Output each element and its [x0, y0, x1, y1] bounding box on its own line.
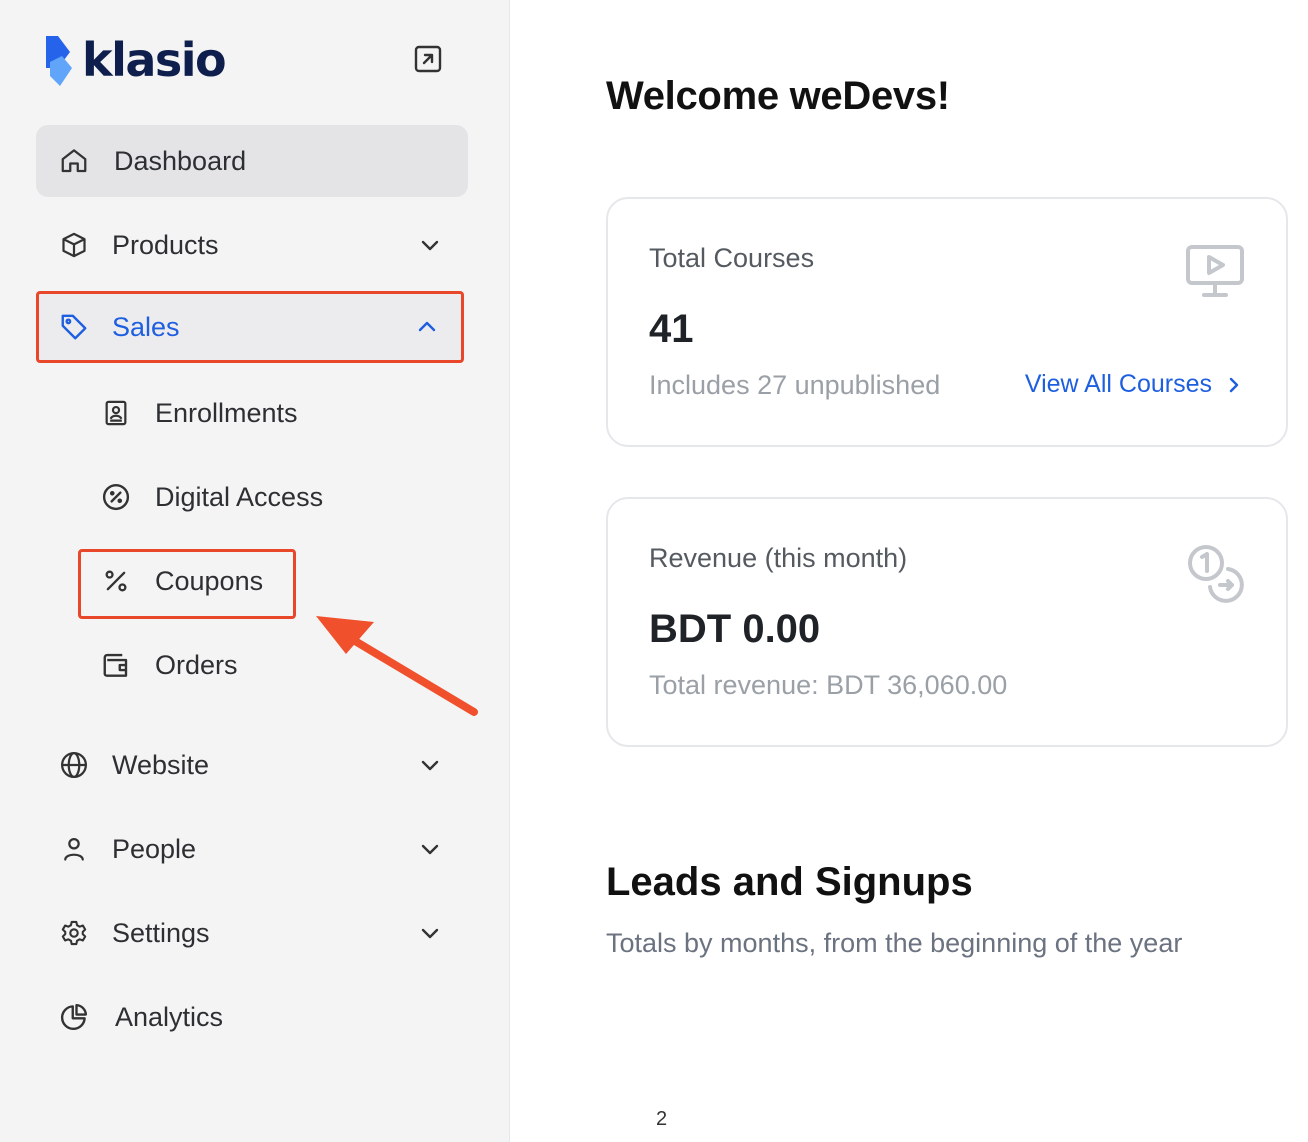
pie-chart-icon — [58, 1001, 90, 1033]
revenue-card: Revenue (this month) BDT 0.00 Total reve… — [606, 497, 1288, 747]
sidebar-item-settings[interactable]: Settings — [36, 897, 464, 969]
card-value: 41 — [649, 307, 694, 351]
sidebar-item-label: Products — [112, 229, 219, 260]
sidebar-item-coupons[interactable]: Coupons — [100, 549, 263, 613]
sidebar-item-label: Dashboard — [114, 145, 247, 176]
sidebar-item-orders[interactable]: Orders — [100, 633, 238, 697]
sidebar: klasio Dashboard Products Sales Enrollme… — [0, 0, 510, 1142]
chevron-up-icon[interactable] — [413, 313, 441, 341]
sidebar-item-enrollments[interactable]: Enrollments — [100, 381, 298, 445]
circle-percent-icon — [100, 481, 132, 513]
chevron-right-icon — [1229, 377, 1239, 392]
collapse-sidebar-button[interactable] — [412, 43, 444, 75]
home-icon — [58, 145, 90, 177]
sidebar-item-digital-access[interactable]: Digital Access — [100, 465, 323, 529]
brand-name: klasio — [82, 33, 227, 87]
card-subtext: Total revenue: BDT 36,060.00 — [649, 670, 1008, 700]
card-subtext: Includes 27 unpublished — [649, 370, 941, 400]
section-title: Leads and Signups — [606, 860, 973, 904]
section-subtitle: Totals by months, from the beginning of … — [606, 928, 1183, 958]
sidebar-item-label: Analytics — [115, 1001, 224, 1032]
monitor-play-icon — [1186, 245, 1244, 297]
coins-icon — [1188, 545, 1244, 603]
sidebar-item-products[interactable]: Products — [36, 209, 464, 281]
sidebar-item-label: Website — [112, 749, 210, 780]
card-value: BDT 0.00 — [649, 607, 821, 651]
sidebar-item-sales[interactable]: Sales — [36, 291, 464, 363]
chart-axis-tick: 2 — [656, 1108, 668, 1130]
gear-icon — [58, 917, 90, 949]
contact-book-icon — [100, 397, 132, 429]
sidebar-item-label: Digital Access — [155, 481, 324, 512]
sidebar-item-label: Orders — [155, 649, 238, 680]
sidebar-item-people[interactable]: People — [36, 813, 464, 885]
card-label: Total Courses — [649, 243, 815, 273]
link-label: View All Courses — [1024, 370, 1212, 398]
card-label: Revenue (this month) — [649, 543, 908, 573]
tag-icon — [58, 311, 90, 343]
view-all-courses-link[interactable]: View All Courses — [1025, 370, 1242, 399]
globe-icon — [58, 749, 90, 781]
klasio-logo-icon — [46, 36, 72, 86]
chevron-down-icon[interactable] — [416, 751, 444, 779]
sidebar-item-label: Enrollments — [155, 397, 298, 428]
sidebar-item-label: Sales — [112, 311, 180, 342]
sidebar-item-website[interactable]: Website — [36, 729, 464, 801]
sidebar-item-label: Coupons — [155, 565, 264, 596]
annotation-arrow-icon — [316, 616, 478, 716]
sidebar-item-analytics[interactable]: Analytics — [36, 981, 464, 1053]
page-title: Welcome weDevs! — [606, 74, 950, 118]
percent-icon — [100, 565, 132, 597]
sidebar-item-label: People — [112, 833, 197, 864]
external-link-icon — [414, 45, 442, 73]
chevron-down-icon[interactable] — [416, 231, 444, 259]
wallet-icon — [100, 649, 132, 681]
sidebar-item-dashboard[interactable]: Dashboard — [36, 125, 468, 197]
total-courses-card: Total Courses 41 Includes 27 unpublished… — [606, 197, 1288, 447]
chevron-down-icon[interactable] — [416, 835, 444, 863]
chevron-down-icon[interactable] — [416, 919, 444, 947]
user-icon — [58, 833, 90, 865]
box-icon — [58, 229, 90, 261]
sidebar-item-label: Settings — [112, 917, 210, 948]
brand-logo[interactable]: klasio — [42, 30, 227, 90]
